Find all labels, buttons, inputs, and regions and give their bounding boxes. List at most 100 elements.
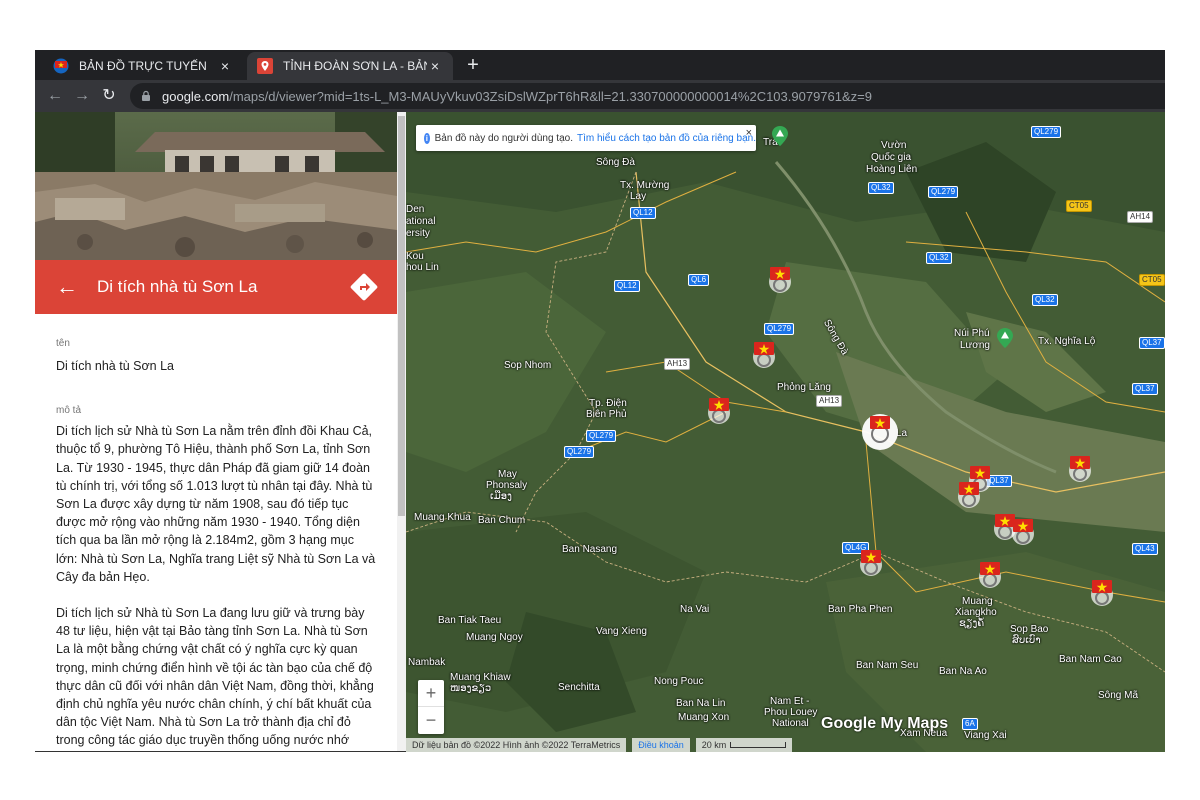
place-title: Di tích nhà tù Sơn La xyxy=(97,277,258,296)
road-shield: 6A xyxy=(962,718,978,730)
url-host: google.com xyxy=(162,88,230,104)
panel-header: ← Di tích nhà tù Sơn La xyxy=(35,260,397,314)
selected-marker-icon[interactable] xyxy=(860,409,900,453)
map-place-label: Nambak xyxy=(408,657,446,668)
map-place-label: Ban Nam Cao xyxy=(1059,654,1122,665)
map-place-label: Lương xyxy=(960,340,990,351)
reload-button[interactable]: ↻ xyxy=(99,86,119,106)
youth-union-marker-icon[interactable] xyxy=(767,265,793,295)
map-place-label: Ban Na Ao xyxy=(939,666,987,677)
map-place-label: Phonsaly xyxy=(486,480,528,491)
panel-scrollbar[interactable] xyxy=(397,112,406,751)
banner-text: Bản đồ này do người dùng tạo. xyxy=(434,132,573,144)
map-place-label: Vang Xieng xyxy=(596,626,647,637)
map-place-label: Ban Tiak Taeu xyxy=(438,615,502,626)
tab-tinh-doan-son-la[interactable]: TỈNH ĐOÀN SƠN LA - BẢN ĐỒ T × xyxy=(247,52,453,80)
road-shield: AH14 xyxy=(1127,211,1154,223)
zoom-in-button[interactable]: + xyxy=(418,680,444,707)
panel-back-button[interactable]: ← xyxy=(47,267,87,307)
park-marker-icon[interactable] xyxy=(997,328,1013,348)
youth-union-marker-icon[interactable] xyxy=(977,560,1003,590)
map-place-label: Kou xyxy=(406,251,424,262)
google-my-maps-logo: Google My Maps xyxy=(821,715,949,732)
description-paragraph: Di tích lịch sử Nhà tù Sơn La đang lưu g… xyxy=(56,606,374,748)
directions-icon[interactable] xyxy=(349,272,379,302)
map-place-label: hou Lin xyxy=(406,262,439,273)
description-field-label: mô tả xyxy=(56,405,82,417)
road-shield: AH13 xyxy=(816,395,843,407)
youth-union-marker-icon[interactable] xyxy=(1067,454,1093,484)
road-shield: QL279 xyxy=(764,323,795,335)
map-place-label: ເມືອງ xyxy=(490,491,512,502)
youth-union-marker-icon[interactable] xyxy=(1010,517,1036,547)
road-shield: QL37 xyxy=(1132,383,1158,395)
map-place-label: Biên Phủ xyxy=(586,409,627,420)
park-marker-icon[interactable] xyxy=(772,126,788,146)
road-shield: QL6 xyxy=(688,274,710,286)
user-map-info-banner: i Bản đồ này do người dùng tạo. Tìm hiểu… xyxy=(416,125,756,151)
map-place-label: Phỏng Lăng xyxy=(777,382,831,393)
back-button[interactable]: ← xyxy=(45,86,65,106)
tab-close-icon[interactable]: × xyxy=(217,58,233,74)
map-place-label: Quốc gia xyxy=(871,152,912,163)
road-shield: QL279 xyxy=(586,430,617,442)
youth-union-marker-icon[interactable] xyxy=(706,396,732,426)
map-place-label: Muang xyxy=(962,596,993,607)
map-place-label: Ban Pha Phen xyxy=(828,604,893,615)
panel-body: tên Di tích nhà tù Sơn La mô tả Di tích … xyxy=(35,314,397,751)
map-scale[interactable]: 20 km xyxy=(695,738,793,752)
road-shield: QL32 xyxy=(926,252,952,264)
name-field-label: tên xyxy=(56,338,70,349)
road-shield: QL279 xyxy=(928,186,959,198)
tab-strip: BẢN ĐỒ TRỰC TUYẾN × TỈNH ĐOÀN SƠN LA - B… xyxy=(35,50,1165,80)
scrollbar-thumb[interactable] xyxy=(398,116,405,516)
description-paragraph: Di tích lịch sử Nhà tù Sơn La nằm trên đ… xyxy=(56,424,376,584)
lock-icon xyxy=(142,90,150,101)
map-place-label: ational xyxy=(406,216,436,227)
youth-union-marker-icon[interactable] xyxy=(1089,578,1115,608)
road-shield: QL12 xyxy=(614,280,640,292)
tab-ban-do-truc-tuyen[interactable]: BẢN ĐỒ TRỰC TUYẾN × xyxy=(43,52,243,80)
create-map-link[interactable]: Tìm hiểu cách tạo bản đồ của riêng bạn. xyxy=(577,133,756,144)
place-photo[interactable] xyxy=(35,112,397,260)
map-place-label: Den xyxy=(406,204,425,215)
banner-close-icon[interactable]: × xyxy=(746,127,752,139)
browser-toolbar: ← → ↻ google.com/maps/d/viewer?mid=1ts-L… xyxy=(35,80,1165,112)
road-shield: QL12 xyxy=(630,207,656,219)
zoom-control: + − xyxy=(418,680,444,734)
map-place-label: Sông Mã xyxy=(1098,690,1139,701)
new-tab-button[interactable]: + xyxy=(463,54,483,76)
feature-detail-panel: ← Di tích nhà tù Sơn La tên Di tích nhà … xyxy=(35,112,406,752)
road-shield: CT05 xyxy=(1139,274,1165,286)
road-shield: QL279 xyxy=(564,446,595,458)
map-place-label: Tp. Điện xyxy=(589,398,627,409)
map-place-label: Muang Khua xyxy=(414,512,471,523)
map-place-label: Muang Khiaw xyxy=(450,672,511,683)
scale-bar xyxy=(730,742,787,748)
tab-close-icon[interactable]: × xyxy=(427,58,443,74)
address-bar[interactable]: google.com/maps/d/viewer?mid=1ts-L_M3-MA… xyxy=(130,83,1165,109)
youth-union-marker-icon[interactable] xyxy=(956,480,982,510)
terms-link[interactable]: Điều khoản xyxy=(632,738,690,752)
info-icon: i xyxy=(424,132,430,144)
map-canvas[interactable]: i Bản đồ này do người dùng tạo. Tìm hiểu… xyxy=(406,112,1165,752)
map-place-label: Ban Chum xyxy=(478,515,526,526)
map-place-label: Hoàng Liên xyxy=(866,164,918,175)
road-shield: CT05 xyxy=(1066,200,1092,212)
maps-pin-favicon-icon xyxy=(257,58,273,74)
page-content: ← Di tích nhà tù Sơn La tên Di tích nhà … xyxy=(35,112,1165,752)
road-shield: QL279 xyxy=(1031,126,1062,138)
tab-title: TỈNH ĐOÀN SƠN LA - BẢN ĐỒ T xyxy=(283,59,427,73)
tab-title: BẢN ĐỒ TRỰC TUYẾN xyxy=(79,59,207,73)
map-place-label: Senchitta xyxy=(558,682,600,693)
map-place-label: ersity xyxy=(406,228,430,239)
forward-button[interactable]: → xyxy=(72,86,92,106)
scale-label: 20 km xyxy=(701,740,727,750)
map-place-label: Sông Đà xyxy=(596,157,635,168)
zoom-out-button[interactable]: − xyxy=(418,707,444,734)
youth-union-marker-icon[interactable] xyxy=(858,548,884,578)
map-place-label: Tx. Nghĩa Lộ xyxy=(1038,336,1096,347)
browser-window: BẢN ĐỒ TRỰC TUYẾN × TỈNH ĐOÀN SƠN LA - B… xyxy=(35,50,1165,752)
road-shield: QL43 xyxy=(1132,543,1158,555)
youth-union-marker-icon[interactable] xyxy=(751,340,777,370)
